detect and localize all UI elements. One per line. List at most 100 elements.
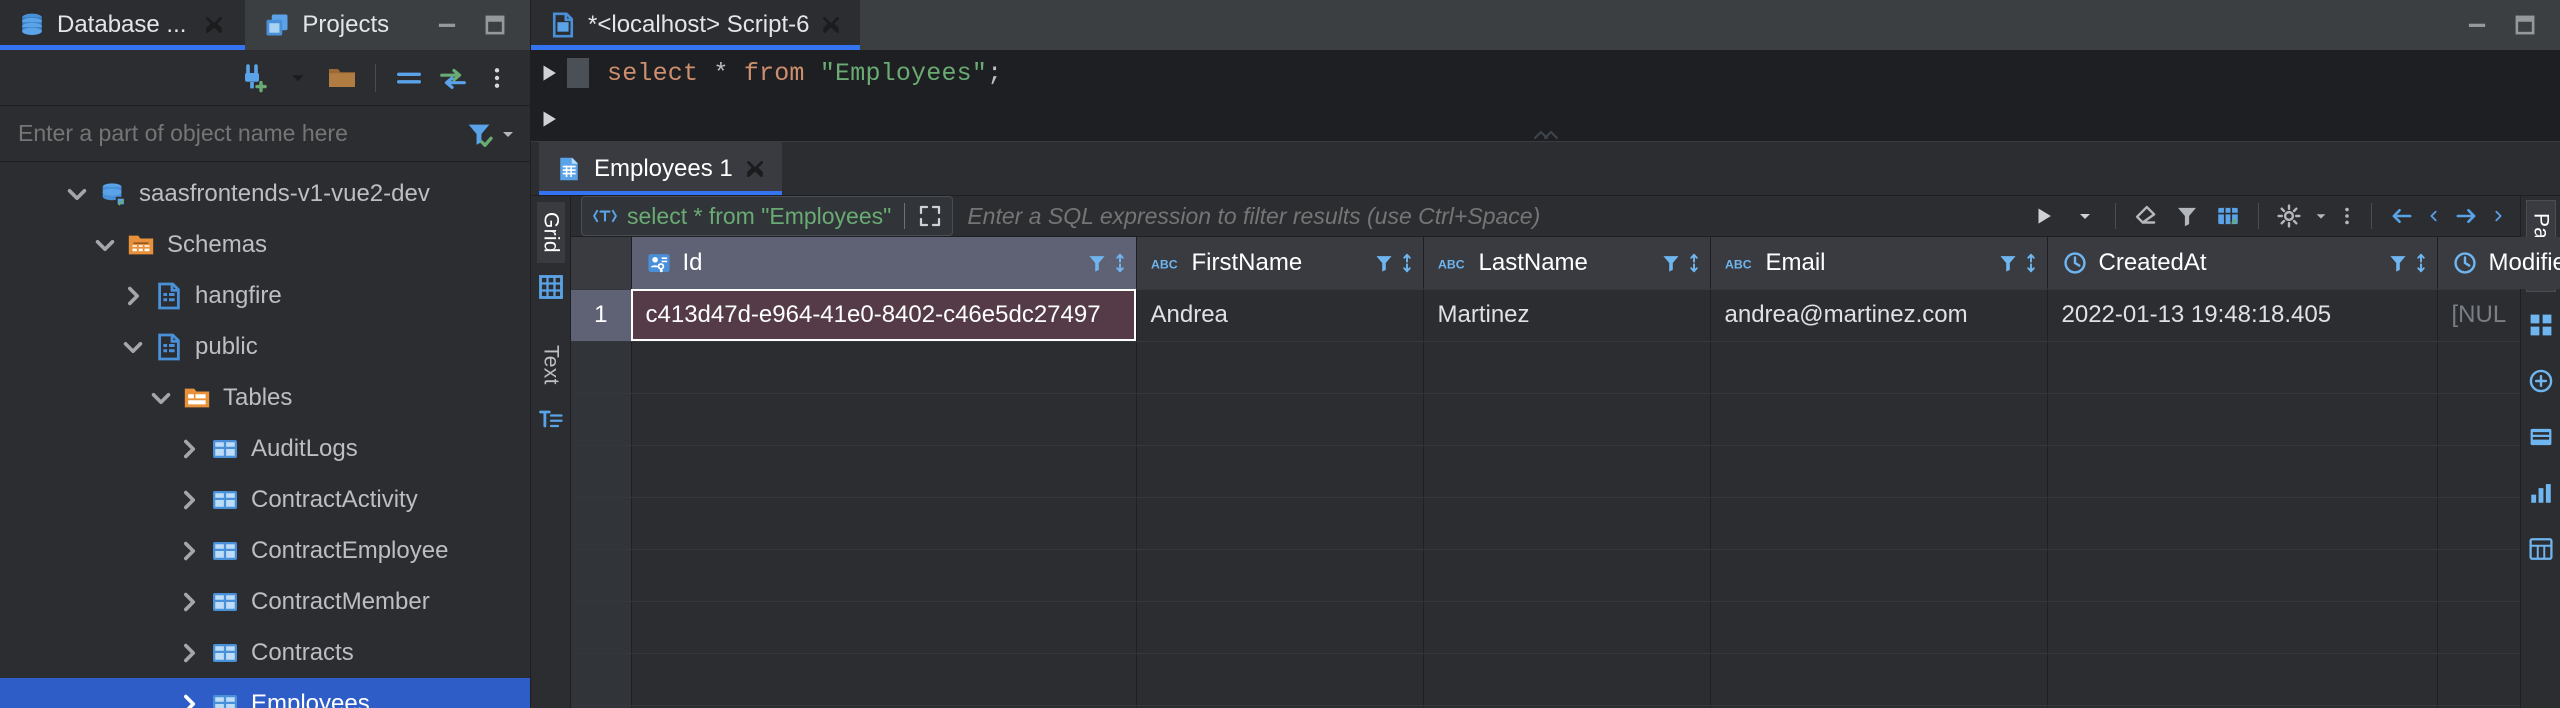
tab-script-6[interactable]: *<localhost> Script-6 <box>531 0 861 50</box>
tree-item-schemas[interactable]: Schemas <box>0 219 530 270</box>
more-button[interactable] <box>2334 197 2360 235</box>
grid-view-icon[interactable] <box>537 273 565 301</box>
text-view-icon[interactable] <box>537 405 565 433</box>
value-panel-icon[interactable] <box>2528 424 2554 450</box>
tree-item-employees[interactable]: Employees <box>0 678 530 708</box>
run-options-dropdown[interactable] <box>2066 197 2104 235</box>
run-filter-button[interactable] <box>2025 197 2063 235</box>
table-empty-row[interactable] <box>571 393 2560 446</box>
last-page-button[interactable] <box>2488 197 2508 235</box>
gear-icon[interactable] <box>2270 197 2308 235</box>
empty-cell[interactable] <box>1136 497 1424 550</box>
cell-firstname[interactable]: Andrea <box>1136 289 1424 342</box>
grid-panel-icon[interactable] <box>2528 312 2554 338</box>
empty-cell[interactable] <box>1710 393 2048 446</box>
tab-database[interactable]: Database ... <box>0 0 246 50</box>
data-editor-icon[interactable] <box>2528 368 2554 394</box>
empty-cell[interactable] <box>1136 445 1424 498</box>
row-number[interactable]: 1 <box>571 289 632 342</box>
filter-icon[interactable] <box>1086 252 1108 274</box>
search-input[interactable] <box>18 120 464 147</box>
cell-createdat[interactable]: 2022-01-13 19:48:18.405 <box>2047 289 2438 342</box>
filter-expression-input[interactable] <box>953 202 2025 230</box>
table-empty-row[interactable] <box>571 601 2560 654</box>
table-empty-row[interactable] <box>571 497 2560 550</box>
close-icon[interactable] <box>744 158 766 180</box>
empty-cell[interactable] <box>1423 601 1711 654</box>
empty-cell[interactable] <box>1136 549 1424 602</box>
table-empty-row[interactable] <box>571 549 2560 602</box>
empty-cell[interactable] <box>1423 445 1711 498</box>
synchronize-button[interactable] <box>432 57 474 99</box>
cell-id[interactable]: c413d47d-e964-41e0-8402-c46e5dc27497 <box>631 289 1137 342</box>
clear-filter-button[interactable] <box>2127 197 2165 235</box>
new-data-source-button[interactable] <box>233 57 275 99</box>
empty-cell[interactable] <box>1136 653 1424 706</box>
minimize-button[interactable] <box>434 12 460 38</box>
empty-cell[interactable] <box>2047 445 2438 498</box>
column-header-email[interactable]: ABC Email <box>1710 237 2048 290</box>
tab-projects[interactable]: Projects <box>245 0 409 50</box>
table-empty-row[interactable] <box>571 653 2560 706</box>
filter-icon[interactable] <box>2387 252 2409 274</box>
chevron-right-icon[interactable] <box>172 585 206 619</box>
chevron-down-icon[interactable] <box>88 228 122 262</box>
chevron-right-icon[interactable] <box>172 636 206 670</box>
chevron-down-icon[interactable] <box>116 330 150 364</box>
chevron-down-icon[interactable] <box>60 177 94 211</box>
table-row[interactable]: 1 c413d47d-e964-41e0-8402-c46e5dc27497 A… <box>571 289 2560 342</box>
view-tab-grid[interactable]: Grid <box>536 202 565 263</box>
cell-email[interactable]: andrea@martinez.com <box>1710 289 2048 342</box>
export-icon[interactable] <box>2209 197 2247 235</box>
table-empty-row[interactable] <box>571 341 2560 394</box>
sql-editor[interactable]: select * from "Employees"; <box>531 50 2560 142</box>
empty-cell[interactable] <box>631 445 1137 498</box>
tree-item-auditlogs[interactable]: AuditLogs <box>0 423 530 474</box>
empty-cell[interactable] <box>1710 497 2048 550</box>
empty-cell[interactable] <box>2047 341 2438 394</box>
editor-line-1[interactable]: select * from "Employees"; <box>531 50 2560 96</box>
empty-cell[interactable] <box>2047 601 2438 654</box>
empty-cell[interactable] <box>1710 445 2048 498</box>
empty-cell[interactable] <box>2047 653 2438 706</box>
tree-item-contractemployee[interactable]: ContractEmployee <box>0 525 530 576</box>
run-triangle-icon[interactable] <box>531 62 567 84</box>
tree-item-public[interactable]: public <box>0 321 530 372</box>
filter-icon[interactable] <box>1373 252 1395 274</box>
prev-page-button[interactable] <box>2383 197 2421 235</box>
chevron-right-icon[interactable] <box>172 534 206 568</box>
empty-cell[interactable] <box>2047 393 2438 446</box>
chevron-right-icon[interactable] <box>172 483 206 517</box>
tree-item-datasource[interactable]: saasfrontends-v1-vue2-dev <box>0 168 530 219</box>
view-tab-text[interactable]: Text <box>537 335 565 395</box>
tab-employees-1[interactable]: Employees 1 <box>539 142 782 195</box>
column-header-id[interactable]: Id <box>631 237 1137 290</box>
tree-item-tables[interactable]: Tables <box>0 372 530 423</box>
chevron-right-icon[interactable] <box>172 432 206 466</box>
next-page-button[interactable] <box>2447 197 2485 235</box>
sort-icon[interactable] <box>2023 252 2039 274</box>
chevron-down-icon[interactable] <box>144 381 178 415</box>
object-search-bar[interactable] <box>0 106 530 162</box>
empty-cell[interactable] <box>631 393 1137 446</box>
empty-cell[interactable] <box>631 341 1137 394</box>
empty-cell[interactable] <box>1423 393 1711 446</box>
empty-cell[interactable] <box>1710 341 2048 394</box>
chevron-right-icon[interactable] <box>172 687 206 708</box>
sort-icon[interactable] <box>1399 252 1415 274</box>
aggregates-panel-icon[interactable] <box>2528 536 2554 562</box>
empty-cell[interactable] <box>631 549 1137 602</box>
column-header-createdat[interactable]: CreatedAt <box>2047 237 2438 290</box>
database-tree[interactable]: saasfrontends-v1-vue2-dev Schemas hangfi… <box>0 162 530 708</box>
sort-icon[interactable] <box>1686 252 1702 274</box>
tree-item-hangfire[interactable]: hangfire <box>0 270 530 321</box>
empty-cell[interactable] <box>2047 497 2438 550</box>
close-icon[interactable] <box>203 14 225 36</box>
empty-cell[interactable] <box>631 601 1137 654</box>
maximize-button[interactable] <box>482 12 508 38</box>
minimize-button[interactable] <box>2464 12 2490 38</box>
empty-cell[interactable] <box>1423 653 1711 706</box>
empty-cell[interactable] <box>631 653 1137 706</box>
tree-item-contractmember[interactable]: ContractMember <box>0 576 530 627</box>
chart-panel-icon[interactable] <box>2528 480 2554 506</box>
